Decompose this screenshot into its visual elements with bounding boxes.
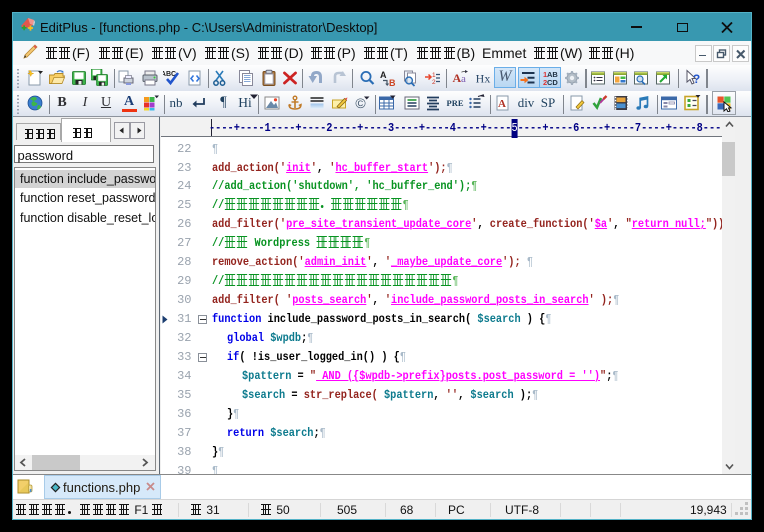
svg-text:a: a (461, 73, 466, 85)
svg-text:CD: CD (547, 78, 558, 87)
svg-text:A: A (498, 98, 506, 110)
svg-text:2: 2 (432, 79, 436, 86)
svg-text:Hx: Hx (476, 71, 491, 85)
svg-text:1: 1 (432, 72, 436, 79)
svg-text:B: B (389, 78, 396, 87)
svg-text:©: © (356, 95, 367, 111)
svg-text:A: A (380, 70, 387, 80)
svg-text:?: ? (693, 72, 700, 86)
